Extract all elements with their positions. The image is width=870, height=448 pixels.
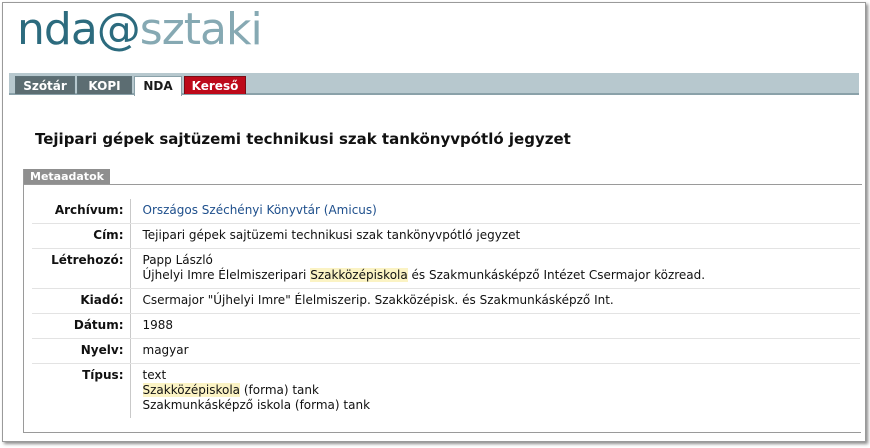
type-school: Szakközépiskola (forma) tank <box>142 383 855 398</box>
field-key-kiado: Kiadó: <box>32 288 131 314</box>
field-key-datum: Dátum: <box>32 313 131 339</box>
field-value-nyelv: magyar <box>130 338 860 364</box>
tab-kereso[interactable]: Kereső <box>184 76 246 94</box>
field-value-letrehozo: Papp László Újhelyi Imre Élelmiszeripari… <box>130 248 860 289</box>
table-row: Kiadó: Csermajor "Újhelyi Imre" Élelmisz… <box>32 288 860 314</box>
search-highlight: Szakközépiskola <box>310 268 408 282</box>
metadata-divider <box>24 184 862 185</box>
creator-name: Papp László <box>142 253 213 267</box>
tab-nda[interactable]: NDA <box>134 76 182 96</box>
metadata-panel: Metaadatok Archívum: Országos Széchényi … <box>23 169 862 433</box>
tab-kopi[interactable]: KOPI <box>77 76 132 94</box>
page-frame: nda@sztaki Szótár KOPI NDA Kereső Tejipa… <box>2 2 866 442</box>
field-value-tipus: text Szakközépiskola (forma) tank Szakmu… <box>130 364 860 419</box>
field-key-letrehozo: Létrehozó: <box>32 248 131 289</box>
type-vocational: Szakmunkásképző iskola (forma) tank <box>142 398 371 412</box>
table-row: Típus: text Szakközépiskola (forma) tank… <box>32 363 860 419</box>
table-row: Nyelv: magyar <box>32 338 860 364</box>
field-key-cim: Cím: <box>32 223 131 249</box>
field-value-datum: 1988 <box>130 313 860 339</box>
archive-link[interactable]: Országos Széchényi Könyvtár (Amicus) <box>143 203 377 217</box>
field-key-tipus: Típus: <box>32 363 131 418</box>
table-row: Archívum: Országos Széchényi Könyvtár (A… <box>32 199 860 224</box>
field-value-kiado: Csermajor "Újhelyi Imre" Élelmiszerip. S… <box>130 288 860 314</box>
field-value-archivum: Országos Széchényi Könyvtár (Amicus) <box>130 199 860 224</box>
creator-organization: Újhelyi Imre Élelmiszeripari Szakközépis… <box>143 268 855 283</box>
logo-part-nda: nda@ <box>17 4 141 55</box>
field-value-cim: Tejipari gépek sajtüzemi technikusi szak… <box>130 223 860 249</box>
table-row: Dátum: 1988 <box>32 313 860 339</box>
tab-szotar[interactable]: Szótár <box>15 76 75 94</box>
metadata-table: Archívum: Országos Széchényi Könyvtár (A… <box>32 199 860 418</box>
field-key-nyelv: Nyelv: <box>32 338 131 364</box>
table-row: Cím: Tejipari gépek sajtüzemi technikusi… <box>32 223 860 249</box>
type-school-suffix: (forma) tank <box>240 383 319 397</box>
field-key-archivum: Archívum: <box>32 199 131 224</box>
metadata-section-label: Metaadatok <box>24 169 110 184</box>
type-text: text <box>142 368 167 382</box>
page-title: Tejipari gépek sajtüzemi technikusi szak… <box>35 130 571 148</box>
search-highlight: Szakközépiskola <box>142 383 241 397</box>
creator-org-text-end: és Szakmunkásképző Intézet Csermajor köz… <box>407 268 706 282</box>
creator-org-text: Újhelyi Imre Élelmiszeripari <box>142 268 311 282</box>
tab-bar: Szótár KOPI NDA Kereső <box>9 73 859 96</box>
site-logo[interactable]: nda@sztaki <box>17 4 263 55</box>
table-row: Létrehozó: Papp László Újhelyi Imre Élel… <box>32 248 860 289</box>
logo-part-sztaki: sztaki <box>139 4 263 55</box>
